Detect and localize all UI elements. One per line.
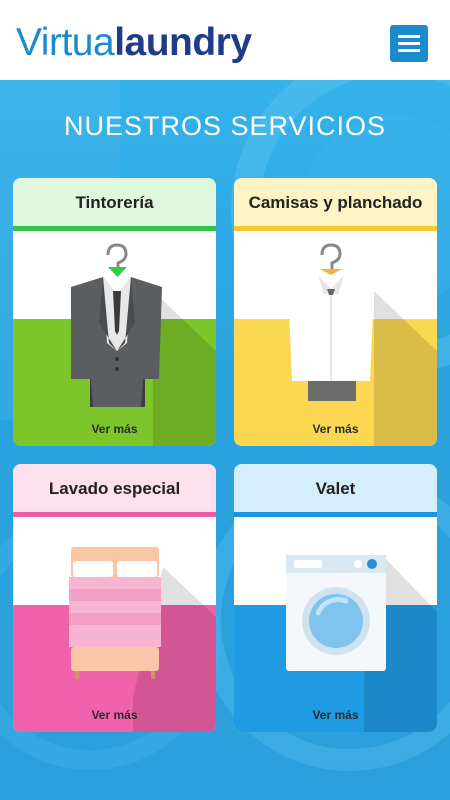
section-title: NUESTROS SERVICIOS [63,111,387,141]
app-header: Virtualaundry [0,0,450,80]
ver-mas-link[interactable]: Ver más [234,708,437,722]
service-card-valet[interactable]: Valet Ver más [234,464,437,732]
hamburger-menu-button[interactable] [390,25,428,62]
washing-machine-icon [286,555,437,732]
service-card-tintoreria[interactable]: Tintorería Ver más [13,178,216,446]
card-title: Valet [234,464,437,512]
ver-mas-link[interactable]: Ver más [13,708,216,722]
shirt-on-hanger-icon [288,243,437,446]
card-title: Camisas y planchado [234,178,437,226]
service-card-lavado-especial[interactable]: Lavado especial Ver más [13,464,216,732]
service-card-camisas[interactable]: Camisas y planchado Ver más [234,178,437,446]
logo-text-virtua: Virtua [16,21,115,64]
virtualaundry-logo[interactable]: Virtualaundry [16,18,252,68]
ver-mas-link[interactable]: Ver más [13,422,216,436]
card-title: Lavado especial [13,464,216,512]
suit-on-hanger-icon [71,243,216,446]
bed-icon [69,547,216,732]
hamburger-menu-icon [398,35,420,38]
logo-text-laundry: laundry [114,21,252,64]
ver-mas-link[interactable]: Ver más [234,422,437,436]
card-title: Tintorería [13,178,216,226]
